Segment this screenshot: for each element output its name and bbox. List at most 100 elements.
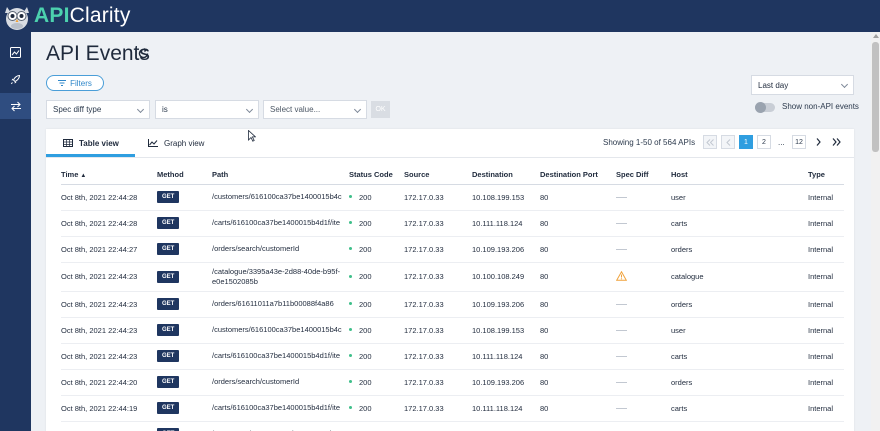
cell-time: Oct 8th, 2021 22:44:23 xyxy=(61,291,157,318)
sidebar-item-reviewer[interactable] xyxy=(0,66,31,92)
column-header-status-code[interactable]: Status Code xyxy=(349,165,404,185)
non-api-events-toggle[interactable] xyxy=(755,102,775,113)
cell-host: user xyxy=(671,317,808,344)
column-header-destination-port[interactable]: Destination Port xyxy=(540,165,616,185)
cell-source: 172.17.0.33 xyxy=(404,317,472,344)
status-code-text: 200 xyxy=(359,299,372,309)
cell-path: /customers/616100ca37be1400015b4c xyxy=(212,421,349,431)
sidebar xyxy=(0,32,31,431)
cell-destination-port: 80 xyxy=(540,262,616,292)
scrollbar-thumb[interactable] xyxy=(872,42,879,152)
cell-spec-diff xyxy=(616,184,671,211)
status-ok-dot-icon xyxy=(349,195,352,199)
path-text: /orders/search/customerId xyxy=(212,377,300,386)
path-text: /customers/616100ca37be1400015b4c xyxy=(212,192,342,201)
double-chevron-left-icon xyxy=(706,138,714,146)
non-api-events-label: Show non-API events xyxy=(782,102,859,111)
column-header-destination[interactable]: Destination xyxy=(472,165,540,185)
scroll-up-arrow-icon[interactable] xyxy=(873,34,879,38)
chevron-right-icon xyxy=(816,138,821,146)
table-row[interactable]: Oct 8th, 2021 22:44:20 GET/orders/search/… xyxy=(61,369,844,396)
table-row[interactable]: Oct 8th, 2021 22:44:23 GET/carts/616100ca… xyxy=(61,343,844,370)
table-row[interactable]: Oct 8th, 2021 22:44:19GET/customers/6161… xyxy=(61,421,844,431)
filter-lines-icon xyxy=(58,80,67,86)
cell-destination: 10.100.108.249 xyxy=(472,262,540,292)
table-row[interactable]: Oct 8th, 2021 22:44:23 GET/catalogue/3395… xyxy=(61,262,844,292)
tab-graph-view[interactable]: Graph view xyxy=(148,129,204,157)
method-badge: GET xyxy=(157,243,180,255)
cell-type: Internal xyxy=(808,317,844,344)
cell-status-code: 200 xyxy=(349,421,404,431)
first-page-button[interactable] xyxy=(703,135,717,149)
refresh-icon[interactable] xyxy=(137,47,150,60)
cell-host: user xyxy=(671,421,808,431)
sidebar-item-events[interactable] xyxy=(0,93,31,119)
toggle-knob xyxy=(755,102,766,113)
table-icon xyxy=(63,139,73,147)
column-header-source[interactable]: Source xyxy=(404,165,472,185)
filter-field-select[interactable]: Spec diff type xyxy=(46,100,150,119)
cell-path: /orders/search/customerId xyxy=(212,369,349,396)
page-scrollbar[interactable] xyxy=(871,32,880,431)
owl-logo-icon[interactable] xyxy=(2,1,32,31)
last-page-number-button[interactable]: 12 xyxy=(792,135,806,149)
page-button-1[interactable]: 1 xyxy=(739,135,753,149)
table-row[interactable]: Oct 8th, 2021 22:44:28 GET/carts/616100ca… xyxy=(61,210,844,237)
filter-operator-value: is xyxy=(162,105,168,114)
table-row[interactable]: Oct 8th, 2021 22:44:19 GET/carts/616100ca… xyxy=(61,395,844,422)
cell-spec-diff xyxy=(616,369,671,396)
path-text: /catalogue/3395a43e-2d88-40de-b95f-e0e15… xyxy=(212,266,341,286)
column-header-time[interactable]: Time ▲ xyxy=(61,165,157,185)
status-code-text: 200 xyxy=(359,218,372,228)
cell-status-code: 200 xyxy=(349,343,404,370)
status-ok-dot-icon xyxy=(349,328,352,332)
filters-button[interactable]: Filters xyxy=(46,75,104,91)
method-badge: GET xyxy=(157,270,180,283)
cell-time: Oct 8th, 2021 22:44:28 xyxy=(61,184,157,211)
filter-operator-select[interactable]: is xyxy=(155,100,259,119)
status-ok-dot-icon xyxy=(349,302,352,306)
method-badge: GET xyxy=(157,217,180,229)
tab-graph-view-label: Graph view xyxy=(164,138,205,148)
cell-destination-port: 80 xyxy=(540,317,616,344)
cell-type: Internal xyxy=(808,343,844,370)
cell-method: GET xyxy=(157,369,212,396)
warning-icon[interactable] xyxy=(616,270,628,281)
cell-source: 172.17.0.33 xyxy=(404,291,472,318)
time-range-select[interactable]: Last day xyxy=(751,75,854,95)
no-diff-dash xyxy=(616,382,627,384)
column-header-method[interactable]: Method xyxy=(157,165,212,185)
top-bar: APIClarity xyxy=(0,0,880,32)
column-header-type[interactable]: Type xyxy=(808,165,844,185)
table-row[interactable]: Oct 8th, 2021 22:44:23 GET/orders/6161101… xyxy=(61,291,844,318)
status-ok-dot-icon xyxy=(349,354,352,358)
cell-spec-diff xyxy=(616,262,671,292)
tab-table-view[interactable]: Table view xyxy=(63,129,119,157)
column-header-host[interactable]: Host xyxy=(671,165,808,185)
cell-host: orders xyxy=(671,291,808,318)
sort-ascending-icon: ▲ xyxy=(80,172,87,179)
column-header-path[interactable]: Path xyxy=(212,165,349,185)
cell-type: Internal xyxy=(808,369,844,396)
sidebar-item-dashboard[interactable] xyxy=(0,39,31,65)
cell-time: Oct 8th, 2021 22:44:23 xyxy=(61,343,157,370)
table-row[interactable]: Oct 8th, 2021 22:44:27 GET/orders/search/… xyxy=(61,236,844,263)
table-row[interactable]: Oct 8th, 2021 22:44:28 GET/customers/6161… xyxy=(61,184,844,211)
cell-destination-port: 80 xyxy=(540,184,616,211)
status-code-text: 200 xyxy=(359,351,372,361)
filter-value-select[interactable]: Select value... xyxy=(263,100,367,119)
cell-path: /catalogue/3395a43e-2d88-40de-b95f-e0e15… xyxy=(212,262,349,292)
cell-method: GET xyxy=(157,236,212,263)
cell-status-code: 200 xyxy=(349,236,404,263)
table-row[interactable]: Oct 8th, 2021 22:44:23 GET/customers/6161… xyxy=(61,317,844,344)
next-page-button[interactable] xyxy=(811,135,825,149)
filter-ok-button[interactable]: OK xyxy=(371,101,390,118)
prev-page-button[interactable] xyxy=(721,135,735,149)
cell-status-code: 200 xyxy=(349,317,404,344)
cell-destination: 10.109.193.206 xyxy=(472,369,540,396)
column-header-spec-diff[interactable]: Spec Diff xyxy=(616,165,671,185)
page-button-2[interactable]: 2 xyxy=(757,135,771,149)
last-page-button[interactable] xyxy=(829,135,843,149)
cell-source: 172.17.0.33 xyxy=(404,236,472,263)
cell-type: Internal xyxy=(808,184,844,211)
